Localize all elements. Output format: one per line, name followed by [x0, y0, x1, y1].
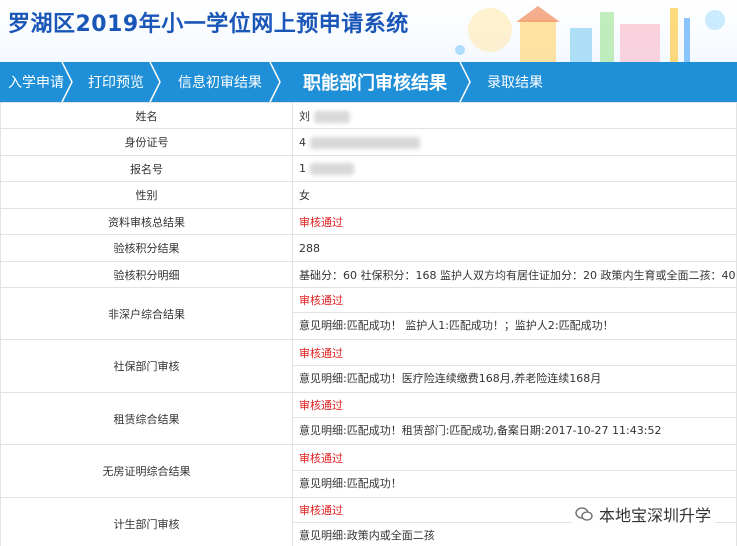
- detail-value: 意见明细:匹配成功！租赁部门:匹配成功,备案日期:2017-10-27 11:4…: [299, 424, 662, 437]
- row-label: 姓名: [0, 102, 293, 129]
- name-value: 刘: [299, 109, 310, 123]
- status-value: 审核通过: [293, 446, 736, 471]
- row-label: 资料审核总结果: [0, 208, 293, 235]
- detail-value: 意见明细:匹配成功！ 监护人1:匹配成功！；监护人2:匹配成功！: [299, 319, 614, 332]
- row-label: 社保部门审核: [0, 339, 293, 393]
- row-label: 无房证明综合结果: [0, 444, 293, 498]
- system-title: 罗湖区2019年小一学位网上预申请系统: [8, 12, 409, 37]
- watermark-text: 本地宝深圳升学: [598, 506, 711, 525]
- table-row: 验核积分明细 基础分：60 社保积分：168 监护人双方均有居住证加分：20 政…: [0, 261, 737, 288]
- row-label: 验核积分结果: [0, 234, 293, 262]
- redacted-blur: [309, 136, 420, 149]
- row-label: 租赁综合结果: [0, 392, 293, 445]
- row-value: 审核通过 意见明细:匹配成功！医疗险连续缴费168月,养老险连续168月: [292, 339, 737, 393]
- tab-admission-result[interactable]: 录取结果: [470, 62, 560, 102]
- row-value: 审核通过 意见明细:匹配成功！: [292, 444, 737, 498]
- tab-label: 信息初审结果: [178, 75, 262, 91]
- detail-value: 意见明细:匹配成功！医疗险连续缴费168月,养老险连续168月: [299, 371, 602, 385]
- review-result-table: 姓名 刘 身份证号 4 报名号 1 性别 女 资料审核总结果 审核通过 验核积分…: [0, 102, 737, 546]
- redacted-blur: [313, 110, 350, 123]
- detail-value: 意见明细:匹配成功！: [299, 476, 402, 490]
- table-row: 社保部门审核 审核通过 意见明细:匹配成功！医疗险连续缴费168月,养老险连续1…: [0, 339, 737, 393]
- status-value: 审核通过: [292, 208, 737, 235]
- row-label: 性别: [0, 181, 293, 209]
- registration-number-value: 1: [299, 162, 306, 175]
- table-row: 非深户综合结果 审核通过 意见明细:匹配成功！ 监护人1:匹配成功！；监护人2:…: [0, 287, 737, 340]
- watermark: 本地宝深圳升学: [570, 500, 715, 528]
- decorative-school-illustration: [455, 6, 725, 62]
- row-label: 身份证号: [0, 128, 293, 156]
- row-label: 报名号: [0, 155, 293, 182]
- tab-department-review[interactable]: 职能部门审核结果: [280, 62, 471, 102]
- tab-label: 打印预览: [88, 75, 144, 91]
- status-value: 审核通过: [293, 289, 736, 313]
- row-value: 审核通过 意见明细:匹配成功！ 监护人1:匹配成功！；监护人2:匹配成功！: [292, 287, 737, 340]
- gender-value: 女: [292, 181, 737, 209]
- table-row: 验核积分结果 288: [0, 234, 737, 262]
- status-value: 审核通过: [293, 394, 736, 418]
- score-value: 288: [292, 234, 737, 262]
- wechat-icon: [575, 507, 593, 521]
- tab-label: 录取结果: [487, 75, 543, 91]
- table-row: 资料审核总结果 审核通过: [0, 208, 737, 235]
- table-row: 身份证号 4: [0, 128, 737, 156]
- row-value: 刘: [292, 102, 737, 129]
- table-row: 姓名 刘: [0, 102, 737, 129]
- tab-initial-review[interactable]: 信息初审结果: [160, 62, 281, 102]
- tab-apply[interactable]: 入学申请: [0, 62, 73, 102]
- table-row: 租赁综合结果 审核通过 意见明细:匹配成功！租赁部门:匹配成功,备案日期:201…: [0, 392, 737, 445]
- row-value: 审核通过 意见明细:匹配成功！租赁部门:匹配成功,备案日期:2017-10-27…: [292, 392, 737, 445]
- score-detail-value: 基础分：60 社保积分：168 监护人双方均有居住证加分：20 政策内生育或全面…: [292, 261, 737, 288]
- tab-label: 职能部门审核结果: [303, 73, 447, 94]
- row-label: 非深户综合结果: [0, 287, 293, 340]
- tab-label: 入学申请: [8, 75, 64, 91]
- status-value: 审核通过: [293, 341, 736, 366]
- redacted-blur: [309, 163, 354, 175]
- main-nav: 入学申请 打印预览 信息初审结果 职能部门审核结果 录取结果: [0, 62, 737, 102]
- row-label: 计生部门审核: [0, 497, 293, 546]
- row-value: 4: [292, 128, 737, 156]
- row-value: 1: [292, 155, 737, 182]
- id-number-value: 4: [299, 135, 306, 149]
- table-row: 无房证明综合结果 审核通过 意见明细:匹配成功！: [0, 444, 737, 498]
- table-row: 性别 女: [0, 181, 737, 209]
- tab-print-preview[interactable]: 打印预览: [72, 62, 161, 102]
- page-header: 罗湖区2019年小一学位网上预申请系统: [0, 0, 737, 62]
- row-label: 验核积分明细: [0, 261, 293, 288]
- table-row: 报名号 1: [0, 155, 737, 182]
